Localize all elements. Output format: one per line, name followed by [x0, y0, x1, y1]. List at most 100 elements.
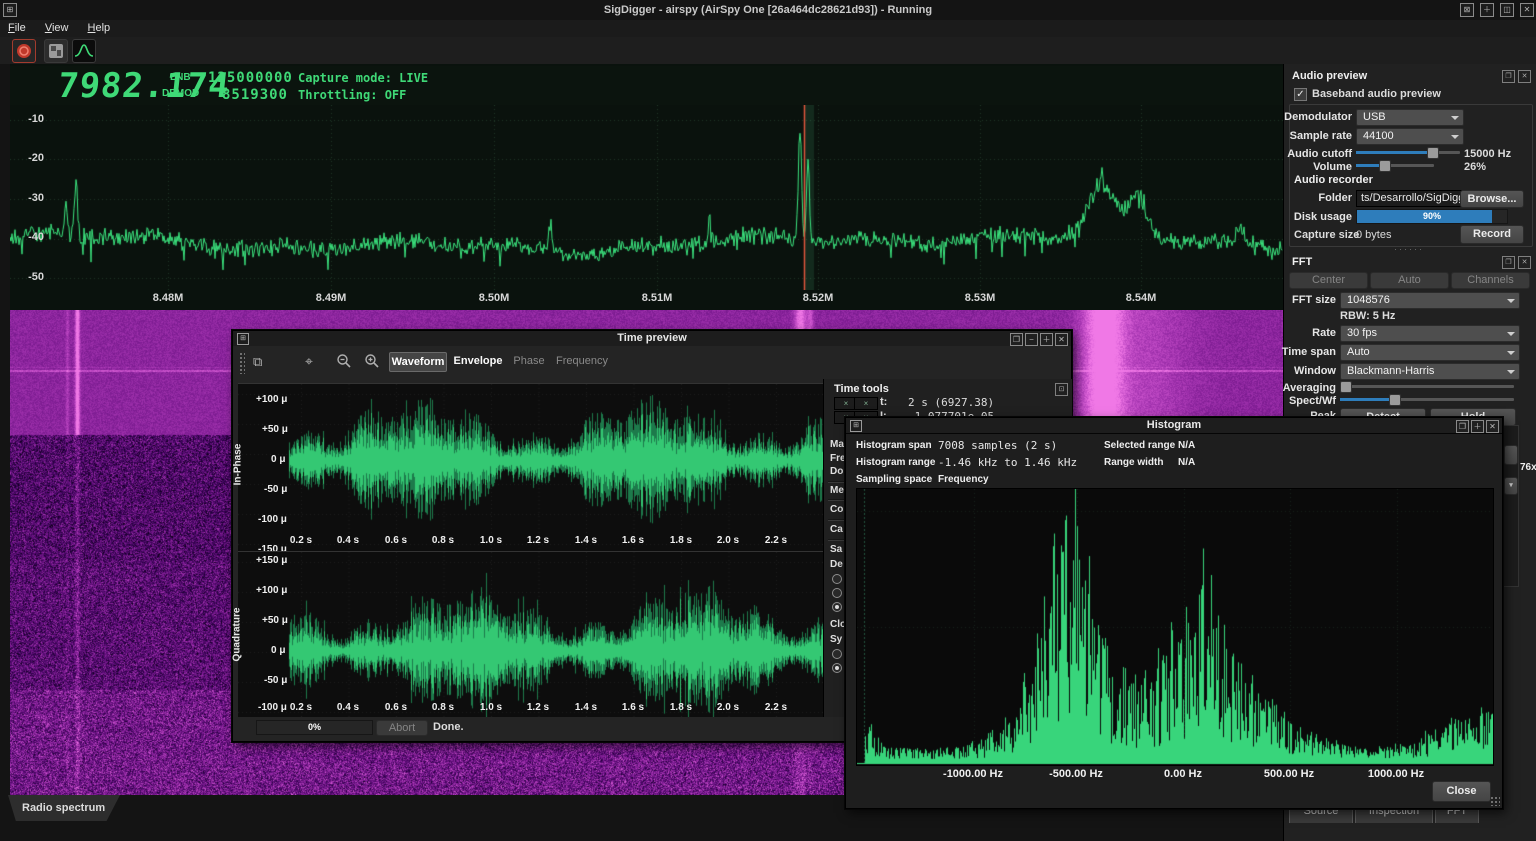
maximize-icon[interactable]: ＋ — [1040, 333, 1053, 346]
tab-radio-spectrum[interactable]: Radio spectrum ✕ — [8, 795, 120, 821]
lnb-label: LNB — [170, 72, 191, 83]
sample-rate-dropdown[interactable]: 44100 — [1356, 128, 1464, 145]
y-tick: -50 μ — [264, 675, 288, 686]
panels-button[interactable] — [44, 39, 68, 63]
panel-close-icon[interactable]: ✕ — [1518, 70, 1531, 83]
freq-tick: 8.48M — [152, 292, 184, 304]
auto-button[interactable]: Auto — [1370, 272, 1449, 289]
histogram-close-button[interactable]: Close — [1432, 781, 1491, 802]
demod-frequency-value[interactable]: 8519300 — [208, 87, 288, 103]
mode-frequency[interactable]: Frequency — [551, 352, 613, 370]
browse-button[interactable]: Browse... — [1460, 190, 1524, 208]
menu-view[interactable]: View — [37, 20, 77, 34]
selected-range-label: Selected range — [1104, 440, 1176, 451]
hist-x-tick: -1000.00 Hz — [943, 768, 1003, 780]
averaging-label: Averaging — [1282, 382, 1336, 394]
y-tick: +50 μ — [262, 615, 288, 626]
histogram-titlebar[interactable]: ⊞ Histogram ❐ ＋ ✕ — [846, 418, 1502, 434]
zoom-in-icon[interactable] — [364, 353, 380, 369]
time-span-dropdown[interactable]: Auto — [1340, 344, 1520, 361]
folder-field[interactable]: ts/Desarrollo/SigDigger — [1356, 190, 1462, 207]
spectrum-plot[interactable] — [10, 105, 1283, 290]
radio-option-selected[interactable] — [832, 663, 842, 673]
rate-dropdown[interactable]: 30 fps — [1340, 325, 1520, 342]
fit-selection-icon[interactable]: ⌖ — [305, 353, 313, 370]
copy-selection-icon[interactable]: ⧉ — [253, 354, 262, 370]
close-icon[interactable]: ✕ — [1055, 333, 1068, 346]
capture-size-label: Capture size — [1294, 229, 1360, 241]
spectrum-view-button[interactable] — [72, 39, 96, 63]
mode-phase[interactable]: Phase — [509, 352, 549, 370]
time-preview-titlebar[interactable]: ⊞ Time preview ❐ − ＋ ✕ — [233, 331, 1071, 347]
db-tick: -10 — [28, 113, 44, 125]
radio-option[interactable] — [832, 649, 842, 659]
sampling-space-label: Sampling space — [856, 474, 933, 485]
chevron-down-icon — [1507, 332, 1515, 340]
tab-radio-spectrum-label: Radio spectrum — [22, 802, 106, 814]
record-button[interactable] — [12, 39, 36, 63]
resize-grip[interactable] — [1490, 796, 1500, 806]
mode-envelope[interactable]: Envelope — [451, 352, 505, 370]
quadrature-plot[interactable]: +150 μ +100 μ +50 μ 0 μ -50 μ -100 μ 0.2… — [238, 551, 823, 718]
close-icon[interactable]: ✕ — [1486, 420, 1499, 433]
abort-button[interactable]: Abort — [376, 720, 428, 736]
rate-value: 30 fps — [1347, 327, 1377, 339]
x-tick: 0.6 s — [384, 535, 408, 546]
time-tools-icon[interactable]: ⊡ — [1055, 383, 1068, 396]
fft-size-value: 1048576 — [1347, 294, 1390, 306]
chevron-down-icon — [1451, 135, 1459, 143]
selection-cell[interactable]: × — [854, 397, 878, 410]
lnb-frequency-value[interactable]: 125000000 — [208, 70, 292, 86]
spect-wf-slider[interactable] — [1340, 394, 1514, 406]
record-audio-button[interactable]: Record — [1460, 225, 1524, 244]
panel-close-icon[interactable]: ✕ — [1518, 256, 1531, 269]
center-button[interactable]: Center — [1289, 272, 1368, 289]
minimize-icon[interactable]: − — [1025, 333, 1038, 346]
fft-size-label: FFT size — [1291, 294, 1336, 306]
window-func-dropdown[interactable]: Blackmann-Harris — [1340, 363, 1520, 380]
lcd-panel: 7982.174 LNB DEMOD 125000000 8519300 Cap… — [10, 66, 1283, 108]
lcd-frequency-display[interactable]: 7982.174 — [56, 66, 232, 106]
demod-label: DEMOD — [162, 88, 200, 99]
inphase-plot[interactable]: +100 μ +50 μ 0 μ -50 μ -100 μ -150 μ 0.2… — [238, 383, 823, 551]
fft-size-dropdown[interactable]: 1048576 — [1340, 292, 1520, 309]
time-span-label: Time span — [1281, 346, 1336, 358]
window-maximize-icon[interactable]: ＋ — [1480, 3, 1494, 17]
histogram-plot[interactable] — [856, 488, 1494, 766]
zoom-up-button[interactable] — [1504, 445, 1518, 465]
float-icon[interactable]: ❐ — [1010, 333, 1023, 346]
window-close-icon[interactable]: ✕ — [1520, 3, 1534, 17]
disk-usage-value: 90% — [1422, 211, 1441, 221]
radio-option-selected[interactable] — [832, 602, 842, 612]
y-tick: +100 μ — [256, 585, 288, 596]
zoom-out-icon[interactable] — [336, 353, 352, 369]
audio-cutoff-slider[interactable] — [1356, 147, 1460, 159]
demodulator-dropdown[interactable]: USB — [1356, 109, 1464, 126]
export-progress-bar: 0% — [256, 720, 373, 735]
mode-waveform[interactable]: Waveform — [389, 352, 447, 372]
db-tick: -30 — [28, 192, 44, 204]
window-titlebar[interactable]: ⊞ SigDigger - airspy (AirSpy One [26a464… — [0, 0, 1536, 21]
volume-slider[interactable] — [1356, 160, 1434, 172]
averaging-slider[interactable] — [1340, 381, 1514, 393]
baseband-audio-checkbox[interactable]: ✓ — [1294, 88, 1307, 101]
maximize-icon[interactable]: ＋ — [1471, 420, 1484, 433]
window-split-icon[interactable]: ◫ — [1500, 3, 1514, 17]
menu-file[interactable]: File — [0, 20, 34, 34]
window-restore-icon[interactable]: ⊠ — [1460, 3, 1474, 17]
channels-button[interactable]: Channels — [1451, 272, 1530, 289]
x-tick: 1.8 s — [669, 535, 693, 546]
panel-float-icon[interactable]: ❐ — [1502, 70, 1515, 83]
x-tick: 1.6 s — [621, 702, 645, 713]
x-tick: 0.8 s — [431, 535, 455, 546]
float-icon[interactable]: ❐ — [1456, 420, 1469, 433]
radio-option[interactable] — [832, 588, 842, 598]
radio-option[interactable] — [832, 574, 842, 584]
toolbar-grip-handle[interactable] — [239, 352, 245, 374]
time-preview-toolbar: ⧉ ⌖ Waveform Envelope Phase Frequency — [233, 346, 1071, 379]
chevron-down-icon — [1507, 370, 1515, 378]
menu-help[interactable]: Help — [80, 20, 119, 34]
tab-close-icon[interactable]: ✕ — [14, 828, 23, 840]
zoom-down-button[interactable]: ▾ — [1504, 477, 1518, 495]
panel-float-icon[interactable]: ❐ — [1502, 256, 1515, 269]
